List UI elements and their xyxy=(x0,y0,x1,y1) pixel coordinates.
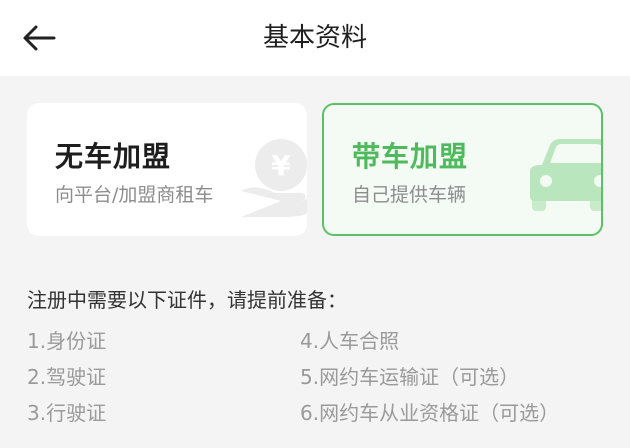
card-subtitle: 向平台/加盟商租车 xyxy=(55,184,214,206)
svg-text:¥: ¥ xyxy=(271,149,291,182)
page-title: 基本资料 xyxy=(262,23,367,53)
arrow-left-icon xyxy=(23,25,56,51)
card-title: 无车加盟 xyxy=(55,140,172,173)
option-card-without-car[interactable]: 无车加盟 向平台/加盟商租车 ¥ xyxy=(27,103,307,236)
back-button[interactable] xyxy=(20,20,60,56)
yen-hand-icon: ¥ xyxy=(241,139,307,217)
document-item: 2.驾驶证 xyxy=(27,365,107,389)
document-item: 1.身份证 xyxy=(27,329,107,353)
card-subtitle: 自己提供车辆 xyxy=(352,184,467,206)
car-icon xyxy=(530,139,601,211)
document-item: 6.网约车从业资格证（可选） xyxy=(300,401,560,425)
option-card-with-car[interactable]: 带车加盟 自己提供车辆 xyxy=(322,103,603,236)
top-bar: 基本资料 xyxy=(0,0,630,76)
document-item: 5.网约车运输证（可选） xyxy=(300,365,520,389)
document-item: 4.人车合照 xyxy=(300,329,400,353)
card-title: 带车加盟 xyxy=(352,140,469,173)
document-item: 3.行驶证 xyxy=(27,401,107,425)
requirements-title: 注册中需要以下证件，请提前准备： xyxy=(27,288,347,312)
